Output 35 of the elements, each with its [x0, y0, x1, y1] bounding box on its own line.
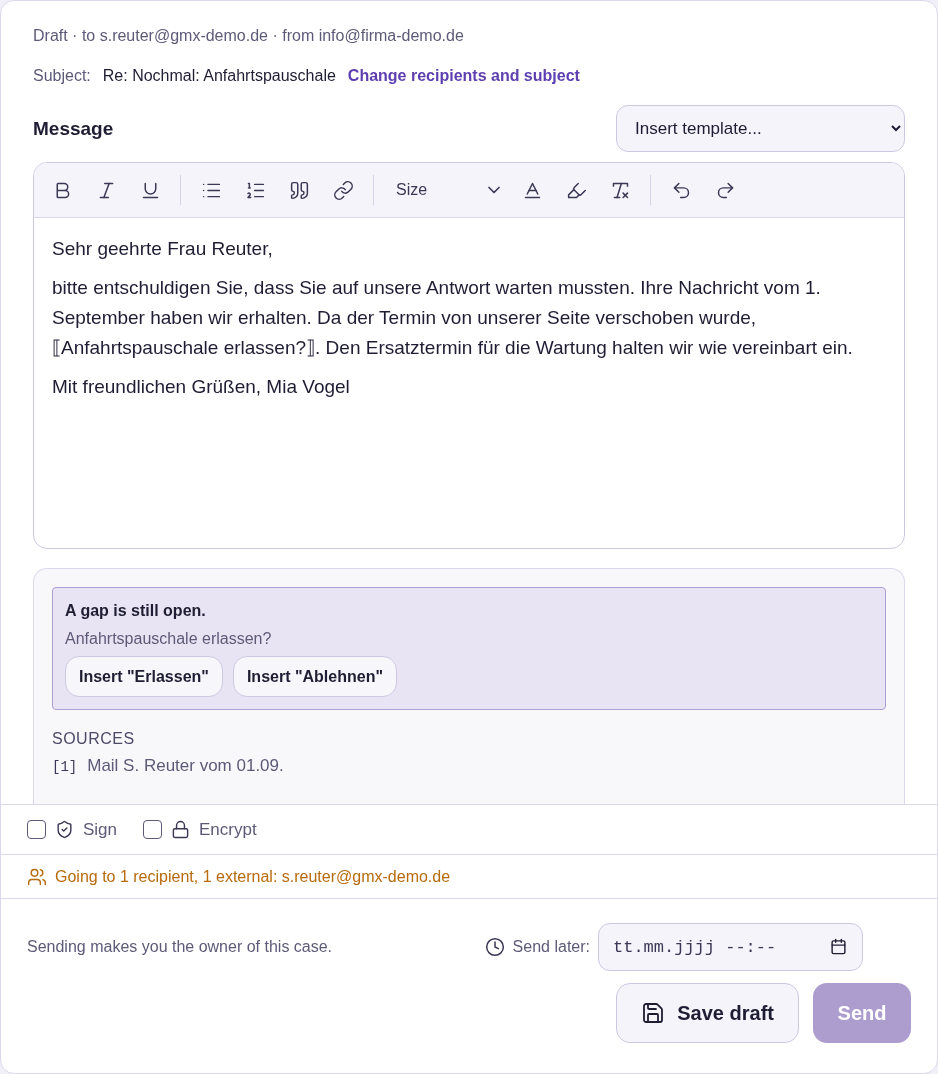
- message-label: Message: [33, 117, 114, 140]
- sources-heading: SOURCES: [52, 730, 136, 748]
- source-index: [1]: [52, 759, 78, 775]
- owner-note: Sending makes you the owner of this case.: [27, 938, 334, 956]
- gap-question: Anfahrtspauschale erlassen?: [65, 630, 273, 648]
- option-label: Encrypt: [199, 819, 257, 840]
- draft-meta: Draft · to s.reuter@gmx-demo.de · from info@firma-demo.de: [33, 27, 465, 45]
- send-later-label: Send later:: [512, 938, 590, 956]
- calendar-icon[interactable]: [830, 938, 847, 955]
- size-dropdown[interactable]: Size: [384, 172, 508, 208]
- option-label: Sign: [83, 819, 118, 840]
- change-recipients-link[interactable]: Change recipients and subject: [347, 67, 580, 85]
- source-link[interactable]: Mail S. Reuter vom 01.09.: [87, 756, 284, 776]
- template-select[interactable]: Insert template...: [616, 105, 905, 152]
- insert-answer-button[interactable]: Insert "Erlassen": [65, 656, 223, 697]
- gap-title: A gap is still open.: [65, 602, 207, 620]
- checkbox[interactable]: [143, 820, 163, 839]
- insert-answer-button[interactable]: Insert "Ablehnen": [232, 656, 397, 697]
- checkbox[interactable]: [27, 820, 46, 839]
- message-paragraph: Mit freundlichen Grüßen, Mia Vogel: [52, 375, 351, 399]
- clock-icon: [484, 937, 505, 957]
- subject-label: Subject:: [33, 67, 91, 85]
- save-draft-button[interactable]: Save draft: [616, 983, 799, 1043]
- message-paragraph: bitte entschuldigen Sie, dass Sie auf unsere Antwort warten mussten. Ihre Nachricht vom 1. September haben wir erhalten. Da der Termin von unserer Seite verschoben wurde, ⟦Anfahrtspauschale erlassen?⟧. Den Ersatztermin für die Wartung halten wir wie vereinbart ein.: [52, 276, 854, 360]
- shield-check-icon: [55, 820, 74, 839]
- message-paragraph: Sehr geehrte Frau Reuter,: [52, 237, 274, 261]
- message-editor[interactable]: [33, 162, 905, 549]
- link-icon: [332, 179, 354, 201]
- quote-icon: [288, 179, 310, 201]
- save-icon: [641, 1001, 666, 1025]
- users-icon: [27, 866, 47, 887]
- lock-icon: [171, 820, 191, 839]
- subject-text: Re: Nochmal: Anfahrtspauschale: [102, 67, 336, 85]
- recipients-warning: Going to 1 recipient, 1 external: s.reuter@gmx-demo.de: [55, 867, 451, 886]
- send-later-field[interactable]: tt.mm.jjjj --:--: [598, 923, 863, 971]
